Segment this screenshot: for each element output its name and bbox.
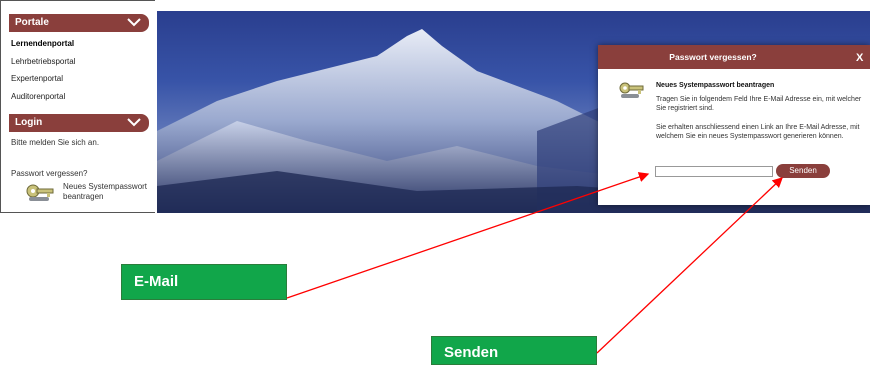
email-callout: E-Mail: [121, 264, 287, 300]
send-callout: Senden: [431, 336, 597, 365]
annotation-arrows: [286, 172, 783, 354]
email-arrow: [286, 172, 650, 299]
send-arrow: [596, 177, 783, 354]
